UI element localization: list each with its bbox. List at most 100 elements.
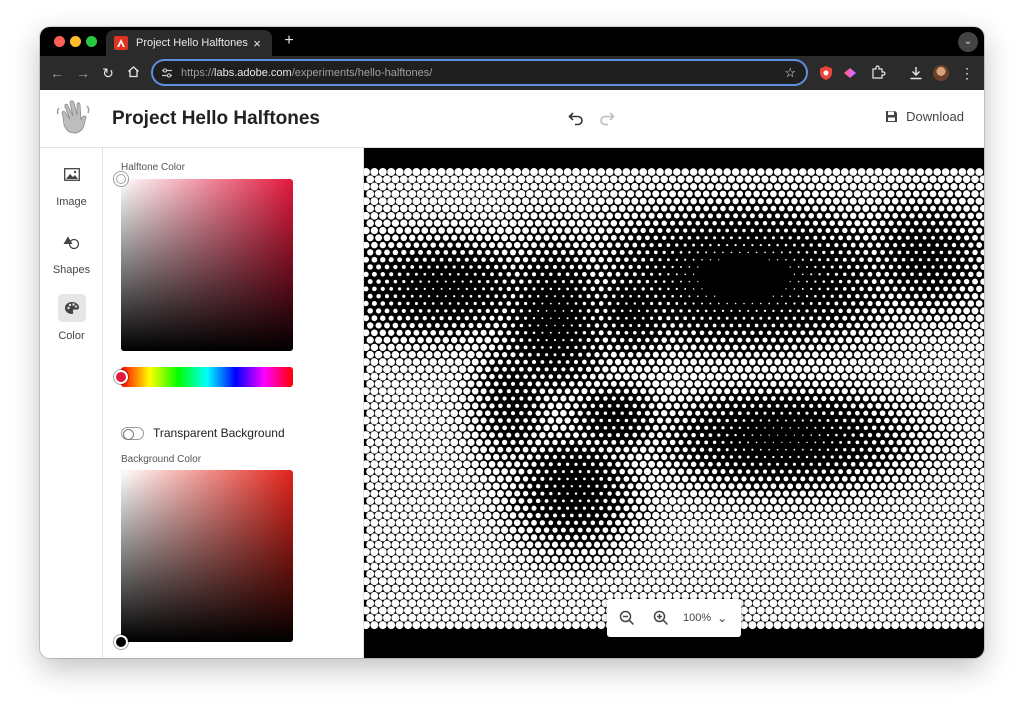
- zoom-out-icon[interactable]: [617, 608, 637, 628]
- halftone-dot: [767, 316, 771, 320]
- halftone-dot: [535, 439, 542, 446]
- back-icon[interactable]: ←: [48, 64, 66, 82]
- halftone-dot: [598, 330, 604, 336]
- zoom-window-button[interactable]: [86, 36, 97, 47]
- halftone-dot: [828, 511, 837, 520]
- halftone-dot: [441, 204, 450, 213]
- halftone-dot: [874, 387, 882, 395]
- halftone-dot: [569, 455, 574, 459]
- halftone-dot: [945, 599, 954, 608]
- chevron-down-icon[interactable]: ⌄: [717, 611, 727, 625]
- halftone-dot: [719, 526, 727, 535]
- halftone-dot: [549, 331, 552, 334]
- halftone-dot: [792, 330, 797, 336]
- extensions-puzzle-icon[interactable]: [870, 65, 886, 81]
- halftone-dot: [702, 365, 710, 373]
- new-tab-button[interactable]: +: [280, 32, 298, 50]
- halftone-dot: [828, 584, 837, 593]
- halftone-dot: [391, 423, 400, 432]
- rail-item-image[interactable]: Image: [40, 160, 103, 208]
- halftone-dot: [770, 483, 777, 490]
- halftone-dot: [602, 439, 608, 445]
- halftone-hue-slider[interactable]: [121, 367, 293, 387]
- halftone-dot: [471, 504, 480, 513]
- halftone-dot: [521, 577, 530, 586]
- transparent-background-toggle[interactable]: [121, 427, 144, 440]
- halftone-dot: [773, 518, 782, 527]
- background-color-picker[interactable]: [121, 470, 293, 642]
- halftone-dot: [370, 577, 379, 586]
- halftone-dot: [807, 577, 816, 586]
- halftone-dot: [606, 446, 613, 453]
- halftone-dot: [412, 445, 421, 454]
- halftone-dot: [366, 569, 375, 578]
- download-button[interactable]: Download: [885, 109, 964, 124]
- home-icon[interactable]: [124, 64, 142, 82]
- halftone-dot: [685, 380, 693, 388]
- halftone-dot: [858, 387, 865, 395]
- halftone-dot: [962, 438, 971, 447]
- minimize-window-button[interactable]: [70, 36, 81, 47]
- halftone-dot: [586, 352, 591, 358]
- forward-icon[interactable]: →: [74, 64, 92, 82]
- halftone-dot: [553, 295, 557, 298]
- halftone-dot: [437, 416, 446, 425]
- halftone-dot: [375, 234, 383, 242]
- halftone-dot: [488, 226, 496, 235]
- background-color-handle[interactable]: [114, 635, 128, 649]
- rail-item-color[interactable]: Color: [40, 294, 103, 342]
- halftone-dot: [950, 416, 958, 425]
- download-icon[interactable]: [908, 65, 924, 81]
- halftone-dot: [366, 599, 375, 608]
- halftone-dot: [463, 242, 470, 248]
- halftone-dot: [423, 302, 427, 305]
- tab-search-button[interactable]: ⌄: [958, 32, 978, 52]
- address-bar[interactable]: https://labs.adobe.com/experiments/hello…: [151, 59, 808, 86]
- halftone-dot: [380, 301, 386, 306]
- halftone-dot: [891, 533, 900, 542]
- media-extension-icon[interactable]: [842, 65, 858, 81]
- halftone-dot: [594, 323, 600, 328]
- halftone-dot: [863, 454, 869, 460]
- halftone-dot: [803, 380, 811, 388]
- halftone-dot: [457, 272, 460, 276]
- halftone-dot: [941, 533, 950, 542]
- halftone-dot: [924, 518, 933, 527]
- halftone-dot: [624, 257, 629, 263]
- halftone-dot: [793, 258, 796, 261]
- redo-icon[interactable]: [598, 109, 616, 127]
- close-tab-icon[interactable]: ×: [250, 36, 264, 51]
- halftone-hue-handle[interactable]: [114, 370, 128, 384]
- undo-icon[interactable]: [567, 109, 585, 127]
- halftone-dot: [766, 213, 772, 219]
- profile-avatar[interactable]: [933, 65, 949, 81]
- browser-menu-icon[interactable]: ⋮: [958, 64, 976, 82]
- zoom-level[interactable]: 100%: [683, 612, 711, 624]
- rail-item-shapes[interactable]: Shapes: [40, 228, 103, 276]
- halftone-dot: [925, 402, 933, 410]
- halftone-canvas[interactable]: 100% ⌄: [364, 148, 984, 658]
- halftone-dot: [454, 621, 463, 630]
- halftone-dot: [534, 555, 542, 563]
- halftone-dot: [834, 257, 839, 262]
- halftone-color-handle[interactable]: [114, 172, 128, 186]
- halftone-dot: [791, 344, 798, 351]
- browser-tab[interactable]: Project Hello Halftones ×: [106, 30, 272, 56]
- site-settings-icon[interactable]: [161, 67, 173, 79]
- halftone-dot: [878, 351, 887, 359]
- halftone-dot: [527, 396, 533, 401]
- halftone-dot: [695, 220, 701, 226]
- halftone-dot: [573, 417, 579, 424]
- reload-icon[interactable]: ↻: [99, 64, 117, 82]
- zoom-in-icon[interactable]: [651, 608, 671, 628]
- halftone-dot: [710, 569, 719, 578]
- halftone-dot: [408, 219, 416, 227]
- halftone-dot: [755, 236, 759, 240]
- star-icon[interactable]: ☆: [784, 65, 796, 81]
- halftone-dot: [480, 388, 487, 395]
- halftone-dot: [467, 219, 475, 227]
- halftone-color-picker[interactable]: [121, 179, 293, 351]
- shield-extension-icon[interactable]: [818, 65, 834, 81]
- halftone-dot: [625, 316, 628, 320]
- close-window-button[interactable]: [54, 36, 65, 47]
